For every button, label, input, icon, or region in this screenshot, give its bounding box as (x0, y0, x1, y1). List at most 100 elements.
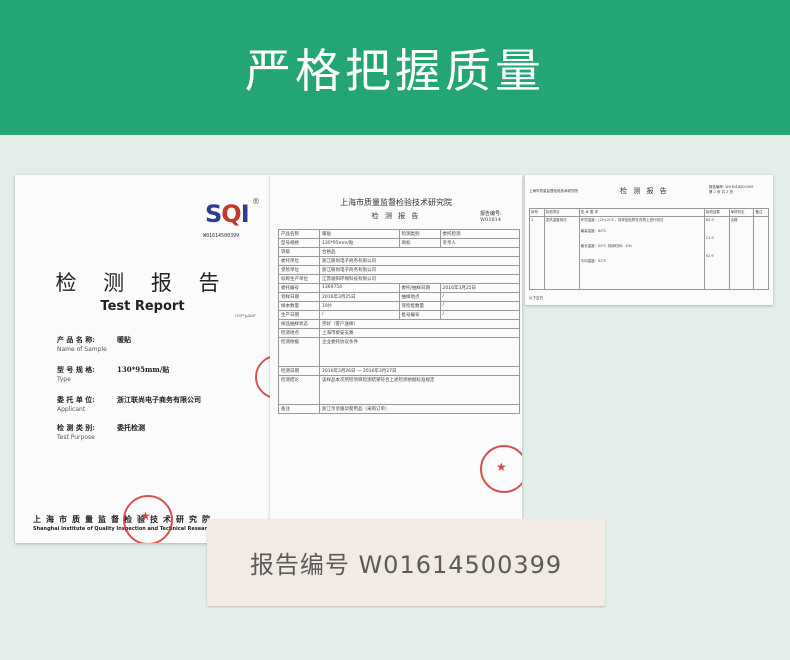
column-header: 备注 (753, 208, 769, 217)
form-cell-label: 样品抽样状态 (279, 320, 320, 328)
form-cell-value: 浙江联尚电子商务有限公司 (322, 259, 376, 264)
logo-registered-mark: ® (252, 197, 260, 206)
form-cell-label: 产品名称 (279, 230, 320, 238)
form-cell-value: 合格品 (322, 250, 336, 255)
row-judgement: 合格 (728, 216, 755, 290)
form-cell-value: / (442, 294, 445, 299)
form-cell-value: 1369754 (320, 284, 400, 292)
field-label-en: Name of Sample (57, 346, 107, 353)
form-cell-label: 受检批数量 (400, 302, 441, 310)
form-cell-label: 等级 (279, 248, 320, 256)
seal-star-icon: ★ (140, 509, 151, 523)
result-value: 65.9 (705, 218, 714, 222)
form-cell-label: 检测日期 (279, 367, 320, 375)
form-cell-value: 上海市黎安支路 (322, 331, 354, 336)
results-table: 序号 检测项目 技 术 要 求 检测结果 单项判定 备注 1 发热温度测试 环境… (529, 208, 769, 290)
table-row: 1 发热温度测试 环境温度：(25±2)℃，将样品贴附在衣物上进行测试 最高温度… (529, 216, 769, 290)
requirement-text: 环境温度：(25±2)℃，将样品贴附在衣物上进行测试 (580, 218, 664, 222)
field-label: 委 托 单 位: (57, 395, 95, 404)
column-header: 检测结果 (703, 208, 730, 217)
row-remark (753, 216, 769, 290)
field-label-en: Type (57, 376, 71, 383)
field-sample-name: 产 品 名 称: 暖贴 Name of Sample (57, 335, 131, 353)
form-row: 样本数量 10片 受检批数量 / (278, 301, 520, 310)
form-row: 到样日期 2016年3月25日 抽样地点 / (278, 292, 520, 301)
form-cell-value: 10片 (320, 302, 400, 310)
form-cell-value: 该样品本次所检项目检测结果符合上述检测依据标准规定 (322, 378, 435, 383)
column-header: 序号 (529, 208, 545, 217)
report-table-page: 上海市质量监督检验技术研究院 检 测 报 告 报告编号: W0161450039… (525, 175, 773, 305)
form-cell-label: 样本数量 (279, 302, 320, 310)
form-cell-label: 委托编号 (279, 284, 320, 292)
banner-title: 严格把握质量 (245, 43, 545, 98)
table-footer-note: 以下空白 (529, 296, 543, 300)
report-form-page: 上海市质量监督检验技术研究院 检 测 报 告 报告编号: W01614 产品名称… (270, 175, 522, 520)
form-row: 检测结论 该样品本次所检项目检测结果符合上述检测依据标准规定 (278, 375, 520, 404)
report-number-text: 报告编号 W01614500399 (249, 551, 563, 579)
form-cell-label: 批号编号 (400, 311, 441, 319)
table-page-number: 第 2 页 共 3 页 (709, 190, 734, 194)
field-label: 型 号 规 格: (57, 365, 95, 374)
table-header-row: 序号 检测项目 技 术 要 求 检测结果 单项判定 备注 (529, 208, 769, 217)
form-cell-value: 亲亲人 (442, 241, 457, 246)
row-values: 65.9 11.9 52.9 (703, 216, 730, 290)
form-grid: 产品名称 暖贴 检测类别 委托检测 型号规格 130*95mm/贴 商标 亲亲人 等级 合格品委托… (278, 229, 520, 414)
form-cell-label: 检测类别 (400, 230, 441, 238)
report-code: W01614500399 (203, 233, 240, 239)
form-cell-value: / (442, 303, 445, 308)
result-line: 平均温度：52℃ (580, 259, 607, 263)
column-header: 单项判定 (728, 208, 755, 217)
column-header: 技 术 要 求 (578, 208, 705, 217)
field-label: 检 测 类 别: (57, 423, 95, 432)
form-cell-value: / (320, 311, 400, 319)
form-cell-value: 浙江亲亲娘孕婴用品（采购订单） (322, 407, 390, 412)
field-value: 浙江联尚电子商务有限公司 (117, 395, 201, 404)
form-row: 受检单位 浙江联尚电子商务有限公司 (278, 265, 520, 274)
field-value: 130*95mm/贴 (117, 365, 170, 374)
form-cell-label: 检测依据 (279, 338, 320, 366)
row-requirement: 环境温度：(25±2)℃，将样品贴附在衣物上进行测试 最高温度：60℃ 最长温度… (578, 216, 705, 290)
form-row: 等级 合格品 (278, 247, 520, 256)
form-heading: 上海市质量监督检验技术研究院 (340, 198, 452, 207)
form-cell-label: 生产日期 (279, 311, 320, 319)
seal-star-icon: ★ (496, 460, 507, 474)
form-row: 标称生产单位 江苏骄阳环保科技有限公司 (278, 274, 520, 283)
report-number-label: 报告编号 W01614500399 (207, 519, 605, 606)
result-value: 52.9 (705, 254, 714, 258)
field-label-en: Applicant (57, 406, 86, 413)
form-cell-label: 委托/抽样日期 (400, 284, 441, 292)
form-cell-label: 型号规格 (279, 239, 320, 247)
form-row: 生产日期 / 批号编号 / (278, 310, 520, 319)
form-cell-label: 检测结论 (279, 376, 320, 404)
form-report-number: 报告编号: W01614 (480, 211, 502, 223)
form-row: 型号规格 130*95mm/贴 商标 亲亲人 (278, 238, 520, 247)
form-cell-value: 2016年3月25日 (320, 293, 400, 301)
form-row: 检测日期 2016年3月26日 — 2016年3月27日 (278, 366, 520, 375)
form-cell-value: 企业委托协议条件 (322, 340, 358, 345)
result-line: 最长温度：00℃ 持续时间：10h (580, 244, 632, 248)
form-cell-value: 2016年3月25日 (442, 286, 477, 291)
form-cell-label: 备注 (279, 405, 320, 413)
field-value: 暖贴 (117, 335, 131, 344)
form-cell-label: 抽样地点 (400, 293, 441, 301)
form-row: 产品名称 暖贴 检测类别 委托检测 (278, 229, 520, 238)
form-row: 备注 浙江亲亲娘孕婴用品（采购订单） (278, 404, 520, 414)
row-item: 发热温度测试 (543, 216, 580, 290)
form-cell-value: 江苏骄阳环保科技有限公司 (322, 277, 376, 282)
form-cell-value: / (442, 312, 445, 317)
table-title: 检 测 报 告 (620, 187, 669, 195)
form-cell-value: 暖贴 (320, 230, 400, 238)
form-cell-label: 标称生产单位 (279, 275, 320, 283)
field-label-en: Test Purpose (57, 434, 95, 441)
result-value: 11.9 (705, 236, 714, 240)
form-row: 检测地点 上海市黎安支路 (278, 328, 520, 337)
report-cover-page: SQI ® W01614500399 检 测 报 告 Test Report I… (15, 175, 270, 543)
field-type: 型 号 规 格: 130*95mm/贴 Type (57, 365, 169, 383)
field-label: 产 品 名 称: (57, 335, 95, 344)
table-right-header: 报告编号: W01614500399 第 2 页 共 3 页 (709, 185, 753, 195)
field-test-purpose: 检 测 类 别: 委托检测 Test Purpose (57, 423, 145, 441)
form-cell-value: 浙江联尚电子商务有限公司 (322, 268, 376, 273)
form-row: 样品抽样状态 完好（客户送样） (278, 319, 520, 328)
header-banner: 严格把握质量 (0, 0, 790, 135)
form-cell-label: 受检单位 (279, 266, 320, 274)
